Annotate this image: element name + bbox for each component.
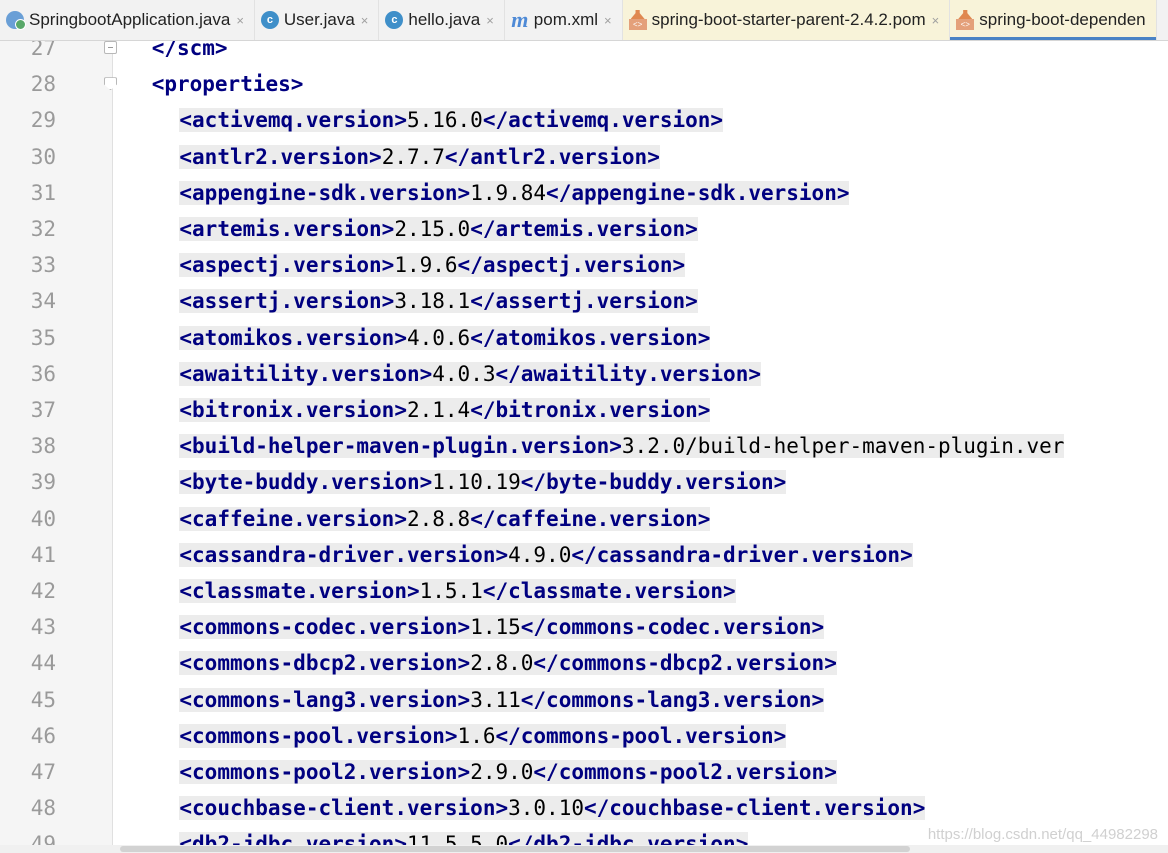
line-number: 33 [30, 253, 56, 278]
editor-tab[interactable]: c hello.java × [379, 0, 505, 40]
code-text: <atomikos.version>4.0.6</atomikos.versio… [179, 325, 711, 350]
line-number: 31 [30, 180, 56, 205]
code-text: <commons-dbcp2.version>2.8.0</commons-db… [179, 651, 837, 676]
code-line[interactable]: 33 <aspectj.version>1.9.6</aspectj.versio… [0, 247, 1168, 283]
code-text: <assertj.version>3.18.1</assertj.version… [179, 289, 698, 314]
line-number: 46 [30, 723, 56, 748]
code-text: <awaitility.version>4.0.3</awaitility.ve… [179, 361, 761, 386]
code-line[interactable]: 37 <bitronix.version>2.1.4</bitronix.vers… [0, 392, 1168, 428]
code-line[interactable]: 42 <classmate.version>1.5.1</classmate.ve… [0, 573, 1168, 609]
editor-tab[interactable]: SpringbootApplication.java × [0, 0, 255, 40]
editor-tab[interactable]: <> spring-boot-starter-parent-2.4.2.pom × [622, 0, 951, 40]
code-editor[interactable]: 27 </scm> 28 <properties> 29 <activemq.versio… [0, 41, 1168, 853]
code-text: <antlr2.version>2.7.7</antlr2.version> [179, 144, 660, 169]
line-number: 32 [30, 217, 56, 241]
line-number: 43 [30, 615, 56, 640]
code-text: <caffeine.version>2.8.8</caffeine.versio… [179, 506, 711, 531]
xml-file-icon: <> [628, 10, 647, 30]
editor-tab-label: spring-boot-starter-parent-2.4.2.pom [651, 10, 926, 29]
code-text: <byte-buddy.version>1.10.19</byte-buddy.… [179, 470, 787, 495]
code-text: <appengine-sdk.version>1.9.84</appengine… [179, 180, 850, 205]
line-number: 42 [30, 579, 56, 603]
line-number: 39 [30, 470, 56, 495]
code-line[interactable]: 44 <commons-dbcp2.version>2.8.0</commons-… [0, 645, 1168, 681]
line-number: 36 [30, 361, 56, 386]
code-line[interactable]: 35 <atomikos.version>4.0.6</atomikos.vers… [0, 320, 1168, 356]
maven-icon: m [511, 7, 529, 32]
editor-tab[interactable]: <> spring-boot-dependen [950, 0, 1157, 40]
editor-tab[interactable]: c User.java × [255, 0, 380, 40]
code-line[interactable]: 27 </scm> [0, 41, 1168, 66]
code-text: <artemis.version>2.15.0</artemis.version… [179, 217, 698, 241]
code-line[interactable]: 48 <couchbase-client.version>3.0.10</couc… [0, 790, 1168, 826]
line-number: 30 [30, 144, 56, 169]
code-line[interactable]: 47 <commons-pool2.version>2.9.0</commons-… [0, 754, 1168, 790]
code-line[interactable]: 31 <appengine-sdk.version>1.9.84</appengi… [0, 175, 1168, 211]
line-number: 44 [30, 651, 56, 676]
line-number: 37 [30, 398, 56, 422]
line-number: 40 [30, 506, 56, 531]
code-text: <classmate.version>1.5.1</classmate.vers… [179, 579, 736, 603]
close-tab-icon[interactable]: × [932, 13, 940, 28]
code-text: <properties> [151, 72, 304, 97]
code-text: <commons-lang3.version>3.11</commons-lan… [179, 687, 825, 712]
close-tab-icon[interactable]: × [486, 13, 494, 28]
code-line[interactable]: 28 <properties> [0, 66, 1168, 102]
close-tab-icon[interactable]: × [236, 13, 244, 28]
line-number: 35 [30, 325, 56, 350]
editor-tab-label: hello.java [408, 10, 481, 29]
editor-tab-label: pom.xml [533, 10, 599, 29]
code-line[interactable]: 45 <commons-lang3.version>3.11</commons-l… [0, 682, 1168, 718]
line-number: 45 [30, 687, 56, 712]
code-line[interactable]: 38 <build-helper-maven-plugin.version>3.2… [0, 428, 1168, 464]
code-text: <commons-pool.version>1.6</commons-pool.… [179, 723, 787, 748]
code-text: <bitronix.version>2.1.4</bitronix.versio… [179, 398, 711, 422]
line-number: 29 [30, 108, 56, 133]
editor-tab-bar: SpringbootApplication.java × c User.java × c h… [0, 0, 1168, 41]
line-number: 27 [30, 41, 56, 60]
line-number: 34 [30, 289, 56, 314]
code-line[interactable]: 34 <assertj.version>3.18.1</assertj.versi… [0, 283, 1168, 319]
code-line[interactable]: 39 <byte-buddy.version>1.10.19</byte-budd… [0, 464, 1168, 500]
code-line[interactable]: 41 <cassandra-driver.version>4.9.0</cassa… [0, 537, 1168, 573]
java-class-icon: c [260, 11, 279, 29]
code-line[interactable]: 43 <commons-codec.version>1.15</commons-c… [0, 609, 1168, 645]
close-tab-icon[interactable]: × [361, 13, 369, 28]
code-line[interactable]: 46 <commons-pool.version>1.6</commons-poo… [0, 718, 1168, 754]
fold-end-icon[interactable] [104, 41, 117, 54]
editor-tab-label: spring-boot-dependen [979, 10, 1146, 29]
code-text: </scm> [151, 41, 228, 60]
fold-start-icon[interactable] [104, 77, 117, 91]
code-line[interactable]: 30 <antlr2.version>2.7.7</antlr2.version> [0, 139, 1168, 175]
line-number: 48 [30, 796, 56, 821]
code-line[interactable]: 32 <artemis.version>2.15.0</artemis.versi… [0, 211, 1168, 247]
code-text: <build-helper-maven-plugin.version>3.2.0… [179, 434, 1065, 459]
spring-boot-class-icon [6, 11, 26, 30]
line-number: 28 [30, 72, 56, 97]
editor-tab-label: SpringbootApplication.java [29, 10, 231, 29]
code-text: <commons-codec.version>1.15</commons-cod… [179, 615, 825, 640]
horizontal-scrollbar[interactable] [0, 845, 1168, 853]
code-text: <commons-pool2.version>2.9.0</commons-po… [179, 760, 837, 784]
code-line[interactable]: 36 <awaitility.version>4.0.3</awaitility.… [0, 356, 1168, 392]
scrollbar-thumb[interactable] [120, 846, 910, 852]
java-class-icon: c [385, 11, 404, 29]
code-text: <cassandra-driver.version>4.9.0</cassand… [179, 542, 913, 567]
code-text: <aspectj.version>1.9.6</aspectj.version> [179, 253, 686, 278]
watermark: https://blog.csdn.net/qq_44982298 [927, 826, 1158, 843]
code-text: <activemq.version>5.16.0</activemq.versi… [179, 108, 724, 133]
editor-tab[interactable]: m pom.xml × [505, 0, 623, 40]
close-tab-icon[interactable]: × [604, 13, 612, 28]
code-text: <couchbase-client.version>3.0.10</couchb… [179, 796, 926, 821]
xml-file-icon: <> [956, 10, 975, 30]
line-number: 38 [30, 434, 56, 459]
line-number: 47 [30, 760, 56, 784]
editor-tab-label: User.java [283, 10, 355, 29]
line-number: 41 [30, 542, 56, 567]
code-line[interactable]: 40 <caffeine.version>2.8.8</caffeine.vers… [0, 501, 1168, 537]
code-line[interactable]: 29 <activemq.version>5.16.0</activemq.ver… [0, 102, 1168, 138]
